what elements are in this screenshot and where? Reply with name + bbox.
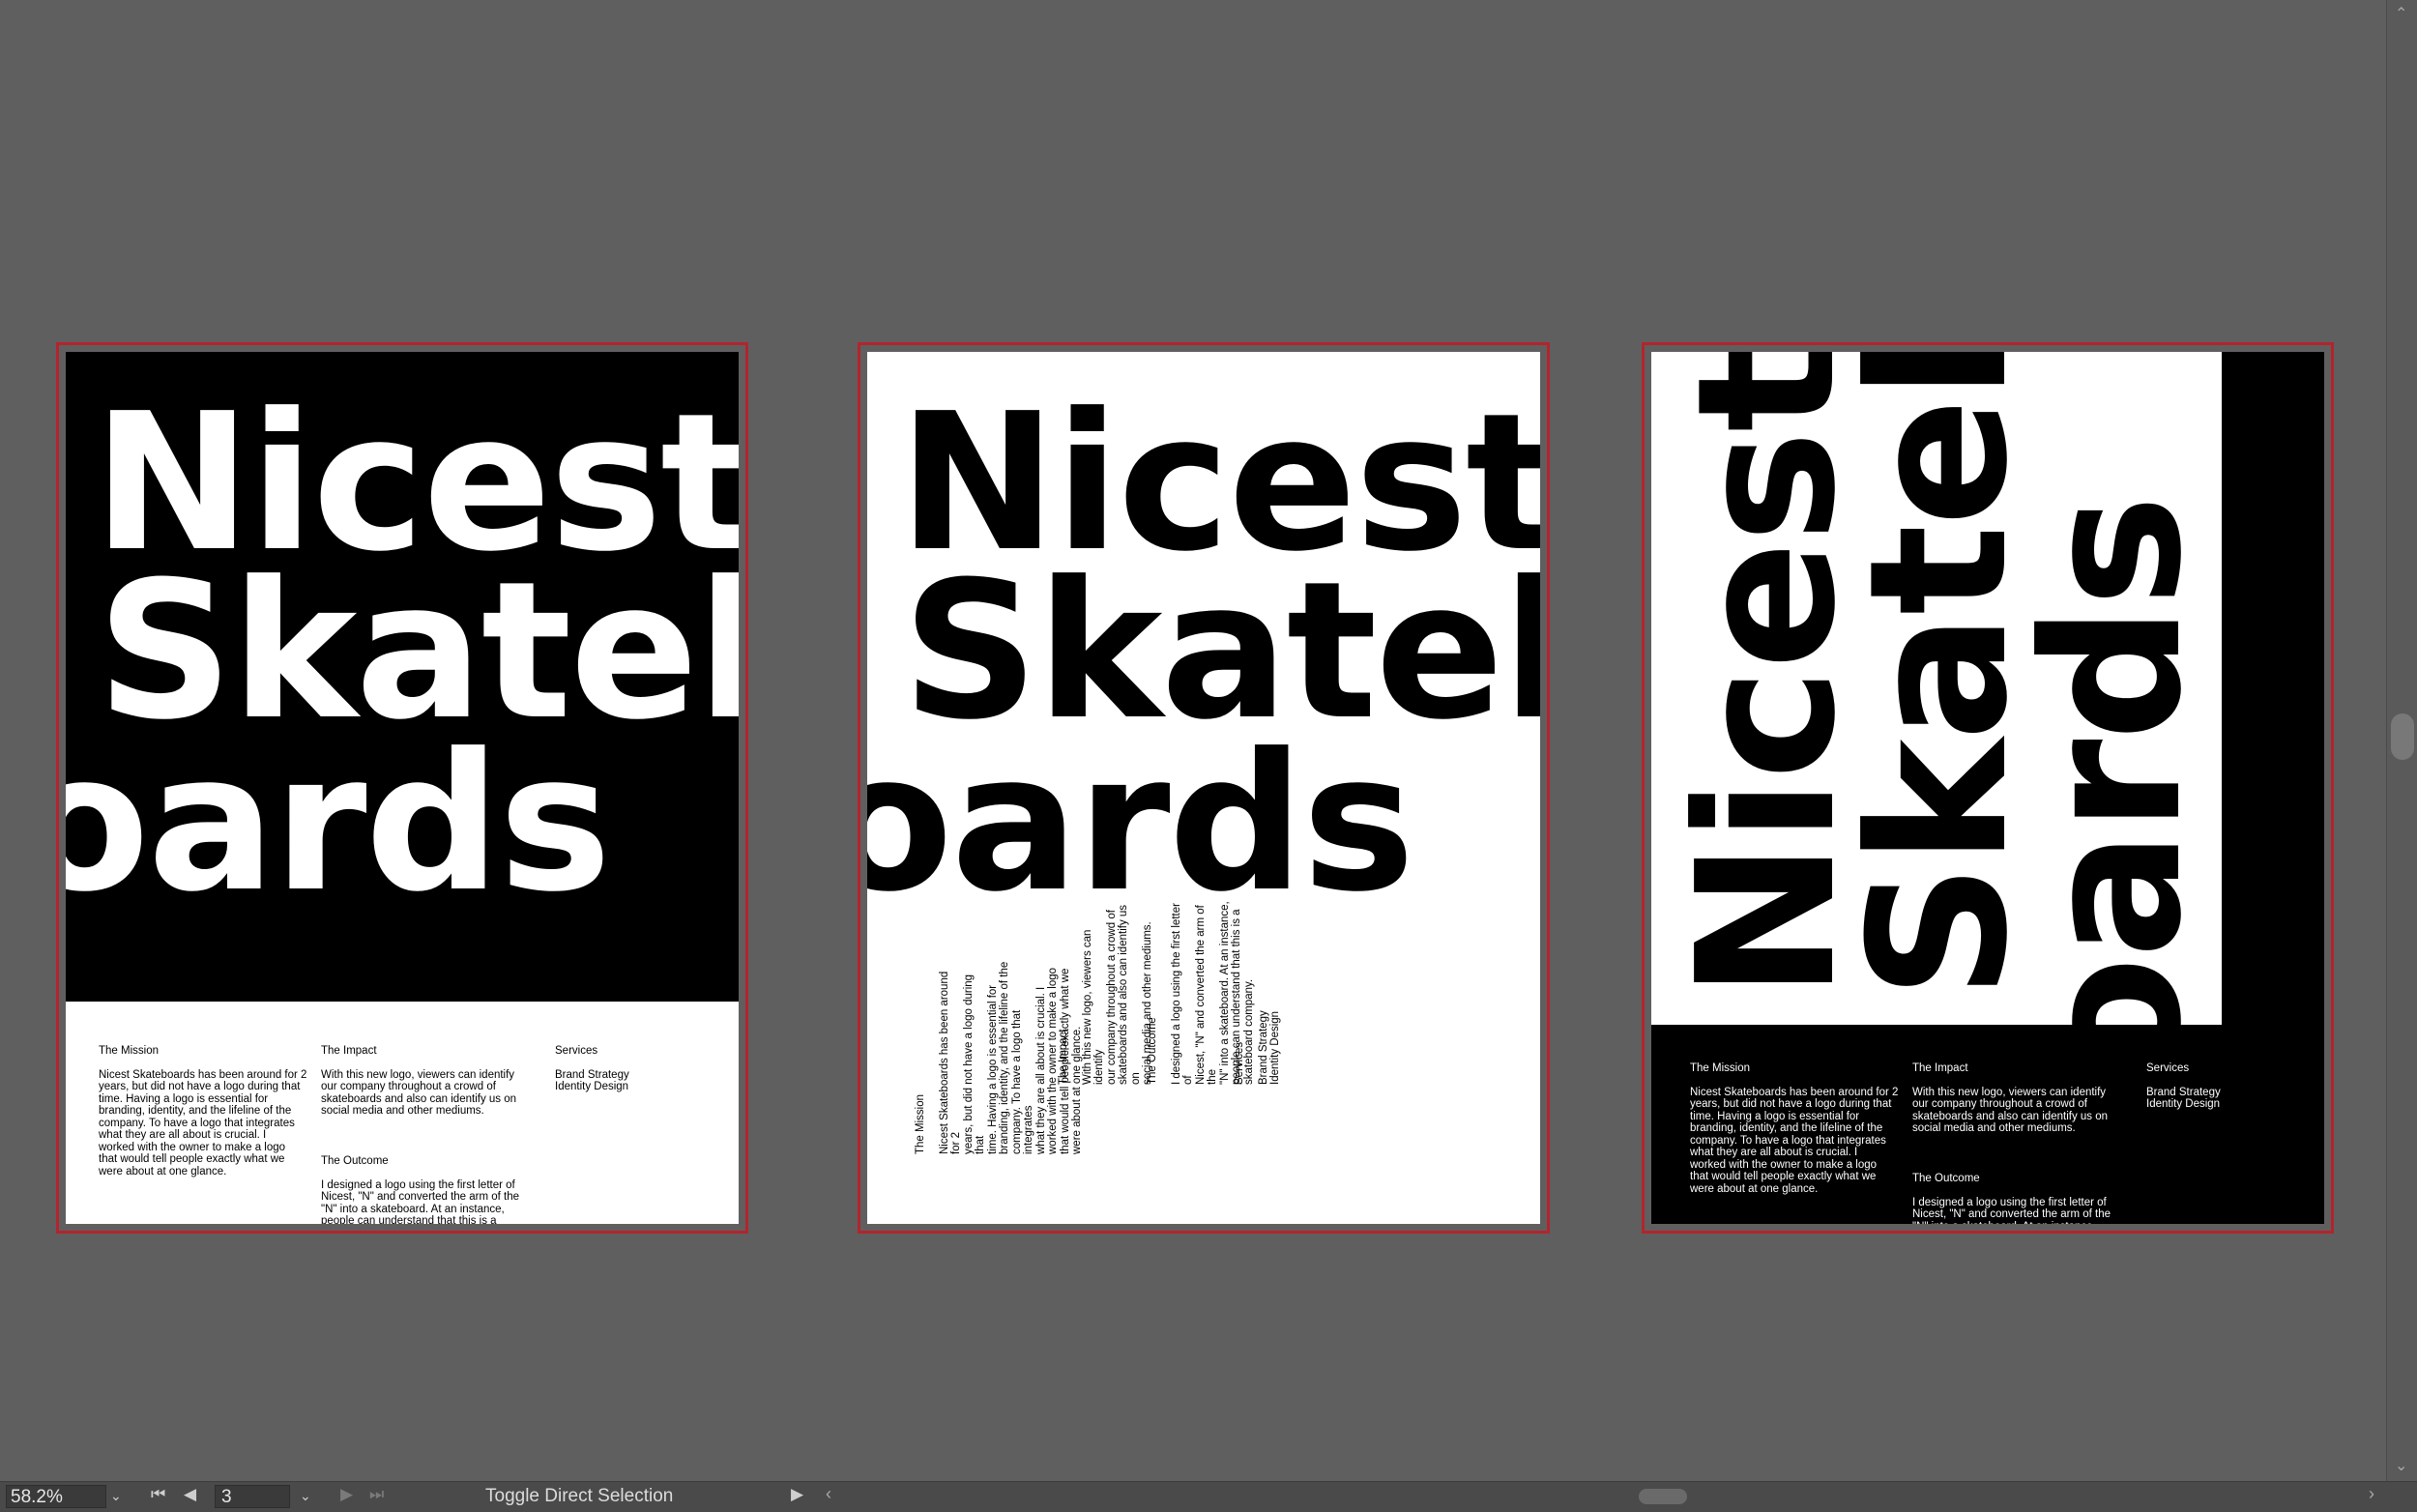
last-page-icon[interactable]: ⏭ — [369, 1485, 384, 1504]
scroll-down-icon[interactable]: ⌄ — [2395, 1456, 2407, 1475]
artboard-3-bounds — [1642, 342, 2334, 1234]
previous-page-icon[interactable]: ◀ — [184, 1485, 196, 1504]
scroll-right-icon[interactable]: › — [2369, 1484, 2374, 1504]
first-page-icon[interactable]: ⏮ — [151, 1485, 165, 1504]
artboard-2-bounds — [858, 342, 1550, 1234]
next-page-icon[interactable]: ▶ — [340, 1485, 353, 1504]
current-tool-label: Toggle Direct Selection — [485, 1486, 674, 1506]
horizontal-scroll-thumb[interactable] — [1639, 1489, 1687, 1504]
document-canvas[interactable]: Nicest Skateb oards The Mission Nicest S… — [0, 0, 2386, 1481]
artboard-1-bounds — [56, 342, 748, 1234]
zoom-field[interactable]: 58.2% — [6, 1485, 106, 1508]
status-bar: 58.2% ⌄ ⏮ ◀ 3 ⌄ ▶ ⏭ Toggle Direct Select… — [0, 1481, 2417, 1512]
scroll-left-icon[interactable]: ‹ — [826, 1484, 831, 1504]
page-dropdown-icon[interactable]: ⌄ — [300, 1488, 311, 1504]
scroll-up-icon[interactable]: ⌃ — [2395, 4, 2407, 23]
vertical-scroll-thumb[interactable] — [2391, 713, 2414, 760]
horizontal-scrollbar[interactable]: ‹ › — [822, 1484, 2378, 1507]
vertical-scrollbar[interactable]: ⌃ ⌄ — [2386, 0, 2417, 1481]
status-menu-arrow-icon[interactable]: ▶ — [791, 1485, 803, 1504]
zoom-dropdown-icon[interactable]: ⌄ — [110, 1488, 122, 1504]
page-number-field[interactable]: 3 — [215, 1485, 290, 1508]
